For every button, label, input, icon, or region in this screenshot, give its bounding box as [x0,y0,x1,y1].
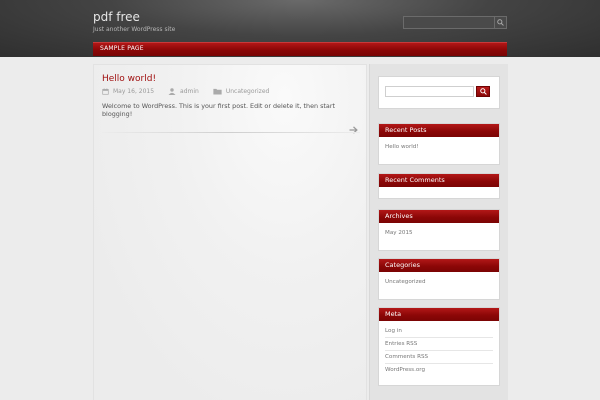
site-title[interactable]: pdf free [93,10,140,24]
user-icon [168,88,176,95]
widget-link-log-in[interactable]: Log in [385,325,493,337]
post-meta: May 16, 2015 admin Uncategorized [102,88,269,95]
header-search-input[interactable] [404,17,494,28]
sidebar-search-widget [378,76,500,109]
post-author[interactable]: admin [180,88,199,95]
widget-recent-posts: Recent Posts Hello world! [378,123,500,165]
widget-link[interactable]: May 2015 [385,227,493,239]
calendar-icon [102,88,109,95]
main-content: Hello world! May 16, 2015 admin Uncatego [93,64,367,400]
header-search-form [403,16,507,29]
post-date[interactable]: May 16, 2015 [113,88,154,95]
widget-link-wordpress-org[interactable]: WordPress.org [385,363,493,376]
sidebar-search-button[interactable] [476,86,490,97]
widget-link-entries-rss[interactable]: Entries RSS [385,337,493,350]
widget-recent-comments: Recent Comments [378,173,500,199]
widget-title: Recent Comments [379,174,499,187]
post-excerpt: Welcome to WordPress. This is your first… [102,102,335,118]
post-title[interactable]: Hello world! [102,74,156,84]
main-nav: SAMPLE PAGE [93,42,507,56]
widget-categories: Categories Uncategorized [378,258,500,300]
read-more-link[interactable] [349,119,358,138]
folder-icon [213,88,222,95]
widget-title: Meta [379,308,499,321]
widget-title: Categories [379,259,499,272]
sidebar-search-input[interactable] [385,86,474,97]
nav-item-sample-page[interactable]: SAMPLE PAGE [100,45,144,52]
site-header: pdf free Just another WordPress site SAM… [0,0,600,57]
post-divider [102,132,360,133]
search-icon [497,19,504,26]
post-category[interactable]: Uncategorized [226,88,269,95]
search-icon [479,88,487,95]
widget-title: Recent Posts [379,124,499,137]
header-search-button[interactable] [494,17,506,28]
widget-meta: Meta Log in Entries RSS Comments RSS Wor… [378,307,500,386]
widget-link[interactable]: Uncategorized [385,276,493,288]
widget-title: Archives [379,210,499,223]
widget-archives: Archives May 2015 [378,209,500,251]
site-tagline: Just another WordPress site [93,26,176,33]
widget-link-comments-rss[interactable]: Comments RSS [385,350,493,363]
widget-link[interactable]: Hello world! [385,141,493,153]
sidebar: Recent Posts Hello world! Recent Comment… [369,64,508,400]
